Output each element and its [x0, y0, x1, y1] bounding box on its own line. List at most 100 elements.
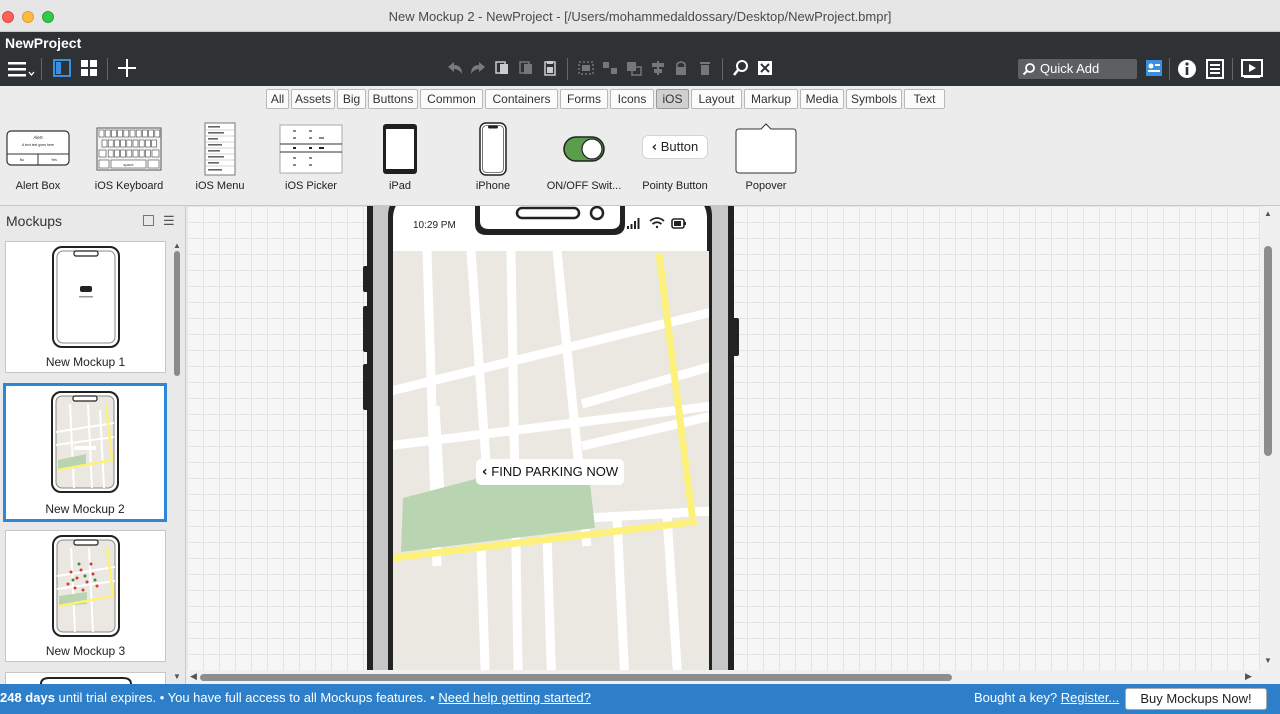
search-icon[interactable]	[731, 59, 751, 83]
component-library: Alert A text text goes here No Yes Alert…	[0, 112, 1280, 206]
trash-icon[interactable]	[696, 60, 714, 82]
filter-buttons[interactable]: Buttons	[368, 89, 418, 109]
library-filter-bar: All Assets Big Buttons Common Containers Forms…	[0, 86, 1280, 112]
mockup-canvas[interactable]: 10:29 PM ‹ FIND PARKING NOW	[187, 206, 1260, 670]
alert-box-yes: Yes	[51, 158, 57, 162]
sidebar-scrollbar[interactable]	[174, 251, 180, 376]
iphone-mockup[interactable]: 10:29 PM	[187, 206, 1260, 670]
iphone-thumbnail	[479, 122, 507, 176]
canvas-horizontal-scrollbar[interactable]: ◀ ▶	[187, 670, 1280, 684]
buy-mockups-button[interactable]: Buy Mockups Now!	[1125, 688, 1267, 710]
ungroup-icon[interactable]	[600, 60, 620, 82]
chevron-left-icon: ‹	[481, 464, 488, 480]
app-window: New Mockup 2 - NewProject - [/Users/moha…	[0, 0, 1280, 714]
library-item-label: Alert Box	[15, 180, 61, 192]
present-icon[interactable]	[1240, 59, 1264, 85]
ios-picker-thumbnail	[279, 124, 343, 174]
scroll-down-icon[interactable]: ▼	[1264, 656, 1272, 665]
library-item-alert-box[interactable]: Alert A text text goes here No Yes Alert…	[0, 122, 76, 204]
group-icon[interactable]	[576, 60, 596, 82]
library-item-iphone[interactable]: iPhone	[462, 122, 524, 204]
scroll-down-icon[interactable]: ▼	[173, 672, 181, 681]
align-icon[interactable]	[648, 60, 668, 82]
copy-icon[interactable]	[492, 60, 512, 82]
clear-icon[interactable]	[755, 59, 775, 83]
help-link[interactable]: Need help getting started?	[438, 690, 591, 705]
phone-status-time: 10:29 PM	[413, 220, 456, 231]
redo-icon[interactable]	[468, 60, 488, 82]
filter-text[interactable]: Text	[904, 89, 945, 109]
filter-layout[interactable]: Layout	[691, 89, 742, 109]
library-item-label: iOS Keyboard	[94, 180, 164, 192]
library-item-popover[interactable]: Popover	[730, 122, 802, 204]
register-message: Bought a key? Register...	[974, 690, 1119, 705]
alert-box-thumbnail: Alert A text text goes here No Yes	[6, 130, 70, 166]
mockup-card-3[interactable]: New Mockup 3	[5, 530, 166, 662]
library-item-label: iOS Picker	[285, 180, 337, 192]
keyboard-space-label: space	[123, 163, 133, 167]
clipboard-icon[interactable]	[540, 60, 560, 82]
mockup-label: New Mockup 2	[45, 502, 125, 516]
symbols-library-icon[interactable]	[1144, 59, 1164, 83]
bought-key-text: Bought a key?	[974, 690, 1061, 705]
filter-ios[interactable]: iOS	[656, 89, 689, 109]
scroll-up-icon[interactable]: ▲	[1264, 209, 1272, 218]
filter-common[interactable]: Common	[420, 89, 483, 109]
horizontal-scroll-thumb[interactable]	[200, 674, 952, 681]
bring-front-icon[interactable]	[624, 60, 644, 82]
library-item-ios-menu[interactable]: iOS Menu	[188, 122, 252, 204]
filter-containers[interactable]: Containers	[485, 89, 558, 109]
library-item-label: Pointy Button	[642, 180, 708, 192]
filter-all[interactable]: All	[266, 89, 289, 109]
library-item-label: Popover	[745, 180, 787, 192]
filter-icons[interactable]: Icons	[610, 89, 654, 109]
library-item-switch[interactable]: ON/OFF Swit...	[544, 122, 624, 204]
filter-markup[interactable]: Markup	[744, 89, 798, 109]
library-item-ios-keyboard[interactable]: space iOS Keyboard	[90, 122, 168, 204]
info-icon[interactable]	[1177, 59, 1197, 85]
vertical-scroll-thumb[interactable]	[1264, 246, 1272, 456]
undo-icon[interactable]	[445, 60, 465, 82]
alert-box-no: No	[20, 158, 25, 162]
single-view-icon[interactable]	[52, 59, 72, 83]
register-link[interactable]: Register...	[1061, 690, 1120, 705]
mockup-card-2[interactable]: New Mockup 2	[3, 383, 167, 522]
library-item-pointy-button[interactable]: ‹ Button Pointy Button	[638, 122, 712, 204]
trial-text: until trial expires. • You have full acc…	[54, 690, 439, 705]
find-parking-button[interactable]: ‹ FIND PARKING NOW	[476, 459, 624, 485]
alert-box-title: Alert	[33, 135, 43, 140]
mockup-card-1[interactable]: New Mockup 1	[5, 241, 166, 373]
find-parking-label: FIND PARKING NOW	[491, 464, 619, 479]
filter-big[interactable]: Big	[337, 89, 366, 109]
mockup-card-4[interactable]	[5, 672, 166, 684]
list-view-icon[interactable]: ☰	[163, 213, 175, 229]
filter-symbols[interactable]: Symbols	[846, 89, 902, 109]
filter-media[interactable]: Media	[800, 89, 844, 109]
quick-add-input[interactable]: Quick Add	[1018, 59, 1137, 79]
scroll-left-icon[interactable]: ◀	[190, 671, 197, 682]
thumbnail-view-icon[interactable]	[143, 215, 154, 226]
trial-message: 248 days until trial expires. • You have…	[0, 690, 591, 705]
chevron-left-icon: ‹	[651, 140, 658, 155]
scroll-up-icon[interactable]: ▲	[173, 241, 181, 250]
duplicate-icon[interactable]	[516, 60, 536, 82]
grid-view-icon[interactable]	[79, 59, 99, 83]
project-name: NewProject	[5, 35, 82, 51]
properties-icon[interactable]	[1205, 59, 1225, 85]
canvas-vertical-scrollbar[interactable]: ▲ ▼	[1260, 206, 1280, 670]
lock-icon[interactable]	[672, 60, 690, 82]
mockup-3-thumbnail	[52, 535, 120, 637]
plus-icon[interactable]	[116, 58, 138, 81]
iphone-speaker	[515, 206, 581, 220]
filter-assets[interactable]: Assets	[291, 89, 335, 109]
filter-forms[interactable]: Forms	[560, 89, 608, 109]
window-title: New Mockup 2 - NewProject - [/Users/moha…	[388, 9, 892, 24]
scroll-right-icon[interactable]: ▶	[1245, 671, 1252, 682]
trial-days: 248 days	[0, 690, 55, 705]
mockup-label: New Mockup 3	[45, 644, 126, 658]
library-item-ipad[interactable]: iPad	[368, 122, 432, 204]
hamburger-menu-icon[interactable]	[6, 59, 36, 85]
library-item-label: iPhone	[475, 180, 511, 192]
library-item-label: ON/OFF Swit...	[546, 180, 622, 192]
library-item-ios-picker[interactable]: iOS Picker	[274, 122, 348, 204]
